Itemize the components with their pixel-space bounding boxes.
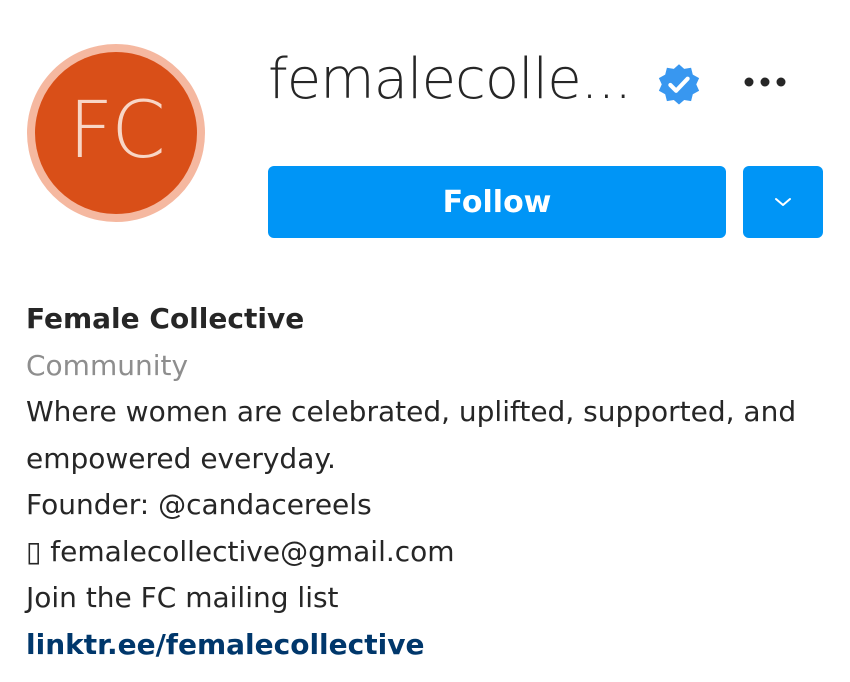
- profile-avatar[interactable]: FC: [27, 44, 205, 222]
- more-options-icon: [744, 77, 786, 87]
- profile-bio: Female Collective Community Where women …: [26, 296, 836, 668]
- chevron-down-icon: [775, 198, 791, 206]
- bio-external-link[interactable]: linktr.ee/femalecollective: [26, 622, 836, 669]
- bio-description-line-2: empowered everyday.: [26, 441, 336, 475]
- bio-mailing-list: Join the FC mailing list: [26, 581, 339, 614]
- profile-username: femalecolle...: [268, 47, 632, 112]
- profile-full-name: Female Collective: [26, 302, 305, 335]
- more-options-button[interactable]: [738, 62, 792, 102]
- verified-badge-icon: [658, 64, 700, 105]
- bio-description-line-1: Where women are celebrated, uplifted, su…: [26, 395, 797, 428]
- avatar-initials: FC: [68, 86, 165, 176]
- avatar-circle: FC: [35, 52, 197, 214]
- suggested-dropdown-button[interactable]: [743, 166, 823, 238]
- bio-founder[interactable]: Founder: @candacereels: [26, 482, 836, 529]
- follow-button[interactable]: Follow: [268, 166, 726, 238]
- profile-category: Community: [26, 348, 189, 382]
- bio-email: ▯ femalecollective@gmail.com: [26, 534, 455, 568]
